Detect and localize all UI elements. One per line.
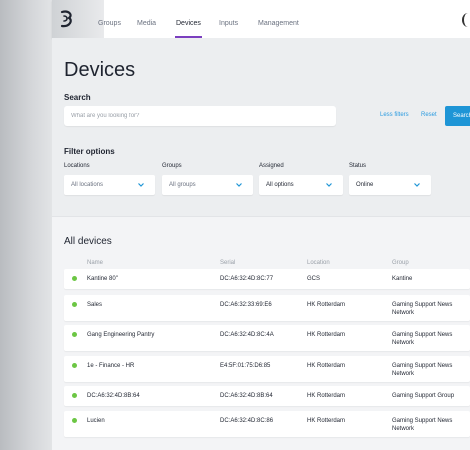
status-online-icon xyxy=(72,363,77,368)
tab-groups[interactable]: Groups xyxy=(98,0,121,38)
tab-inputs[interactable]: Inputs xyxy=(219,0,238,38)
status-online-icon xyxy=(72,418,77,423)
search-label: Search xyxy=(64,93,91,102)
status-online-icon xyxy=(72,332,77,337)
chevron-down-icon xyxy=(414,183,420,187)
table-row[interactable]: Sales DC:A6:32:33:69:E6 HK Rotterdam Gaming… xyxy=(64,295,470,321)
device-name: Kantine 80" xyxy=(87,276,118,282)
section-divider xyxy=(52,216,470,217)
device-serial: DC:A6:32:33:69:E6 xyxy=(220,302,272,308)
reset-link[interactable]: Reset xyxy=(421,112,437,118)
device-group: Gaming Support News Network xyxy=(392,418,453,432)
device-location: GCS xyxy=(307,276,321,282)
status-label: Status xyxy=(349,163,367,169)
status-value: Online xyxy=(356,182,374,188)
table-row[interactable]: DC:A6:32:4D:8B:64 DC:A6:32:4D:8B:64 HK Rot… xyxy=(64,386,470,406)
locations-select[interactable]: All locations xyxy=(64,175,155,195)
device-name: Sales xyxy=(87,302,103,308)
device-group: Gaming Support News Network xyxy=(392,332,453,346)
status-online-icon xyxy=(72,302,77,307)
device-location: HK Rotterdam xyxy=(307,393,346,399)
device-serial: DC:A6:32:4D:8B:64 xyxy=(220,393,273,399)
search-button[interactable]: Search xyxy=(445,106,470,126)
column-header-serial[interactable]: Serial xyxy=(220,260,235,266)
background-shade xyxy=(0,0,52,450)
device-location: HK Rotterdam xyxy=(307,418,346,424)
column-header-group[interactable]: Group xyxy=(392,260,409,266)
locations-label: Locations xyxy=(64,163,90,169)
device-serial: DC:A6:32:4D:8C:4A xyxy=(220,332,274,338)
locations-value: All locations xyxy=(71,182,104,188)
device-serial: DC:A6:32:4D:8C:86 xyxy=(220,418,274,424)
device-location: HK Rotterdam xyxy=(307,363,346,369)
assigned-value: All options xyxy=(266,182,294,188)
device-group: Gaming Support News Network xyxy=(392,363,453,377)
page-title: Devices xyxy=(64,59,136,81)
device-serial: DC:A6:32:4D:8C:77 xyxy=(220,276,274,282)
column-header-name[interactable]: Name xyxy=(87,260,103,266)
column-header-location[interactable]: Location xyxy=(307,260,330,266)
status-online-icon xyxy=(72,393,77,398)
tab-media[interactable]: Media xyxy=(137,0,156,38)
tab-management[interactable]: Management xyxy=(258,0,299,38)
filter-options-title: Filter options xyxy=(64,147,115,156)
table-row[interactable]: 1e - Finance - HR E4:5F:01:75:D6:85 HK Rot… xyxy=(64,356,470,382)
table-row[interactable]: Kantine 80" DC:A6:32:4D:8C:77 GCS Kantine xyxy=(64,269,470,289)
assigned-label: Assigned xyxy=(259,163,284,169)
groups-select[interactable]: All groups xyxy=(162,175,253,195)
table-row[interactable]: Lucien DC:A6:32:4D:8C:86 HK Rotterdam Gamin… xyxy=(64,411,470,437)
device-group: Gaming Support News Network xyxy=(392,302,453,316)
status-select[interactable]: Online xyxy=(349,175,431,195)
device-name: Gang Engineering Pantry xyxy=(87,332,155,338)
device-group: Gaming Support Group xyxy=(392,393,455,399)
app-logo-icon[interactable] xyxy=(60,9,74,29)
top-navigation: Groups Media Devices Inputs Management xyxy=(52,0,470,38)
search-input[interactable] xyxy=(64,106,336,126)
device-location: HK Rotterdam xyxy=(307,332,346,338)
device-name: Lucien xyxy=(87,418,105,424)
tab-devices[interactable]: Devices xyxy=(175,0,202,38)
device-name: 1e - Finance - HR xyxy=(87,363,135,369)
status-online-icon xyxy=(72,276,77,281)
table-row[interactable]: Gang Engineering Pantry DC:A6:32:4D:8C:4A… xyxy=(64,325,470,351)
device-serial: E4:5F:01:75:D6:85 xyxy=(220,363,271,369)
device-group: Kantine xyxy=(392,276,413,282)
chevron-down-icon xyxy=(236,183,242,187)
groups-label: Groups xyxy=(162,163,182,169)
device-location: HK Rotterdam xyxy=(307,302,346,308)
user-avatar-icon[interactable] xyxy=(462,13,470,27)
all-devices-title: All devices xyxy=(64,236,112,247)
main-content: Devices Search Less filters Reset Search… xyxy=(52,38,470,450)
device-name: DC:A6:32:4D:8B:64 xyxy=(87,393,140,399)
less-filters-link[interactable]: Less filters xyxy=(380,112,409,118)
chevron-down-icon xyxy=(326,183,332,187)
chevron-down-icon xyxy=(138,183,144,187)
assigned-select[interactable]: All options xyxy=(259,175,343,195)
groups-value: All groups xyxy=(169,182,196,188)
